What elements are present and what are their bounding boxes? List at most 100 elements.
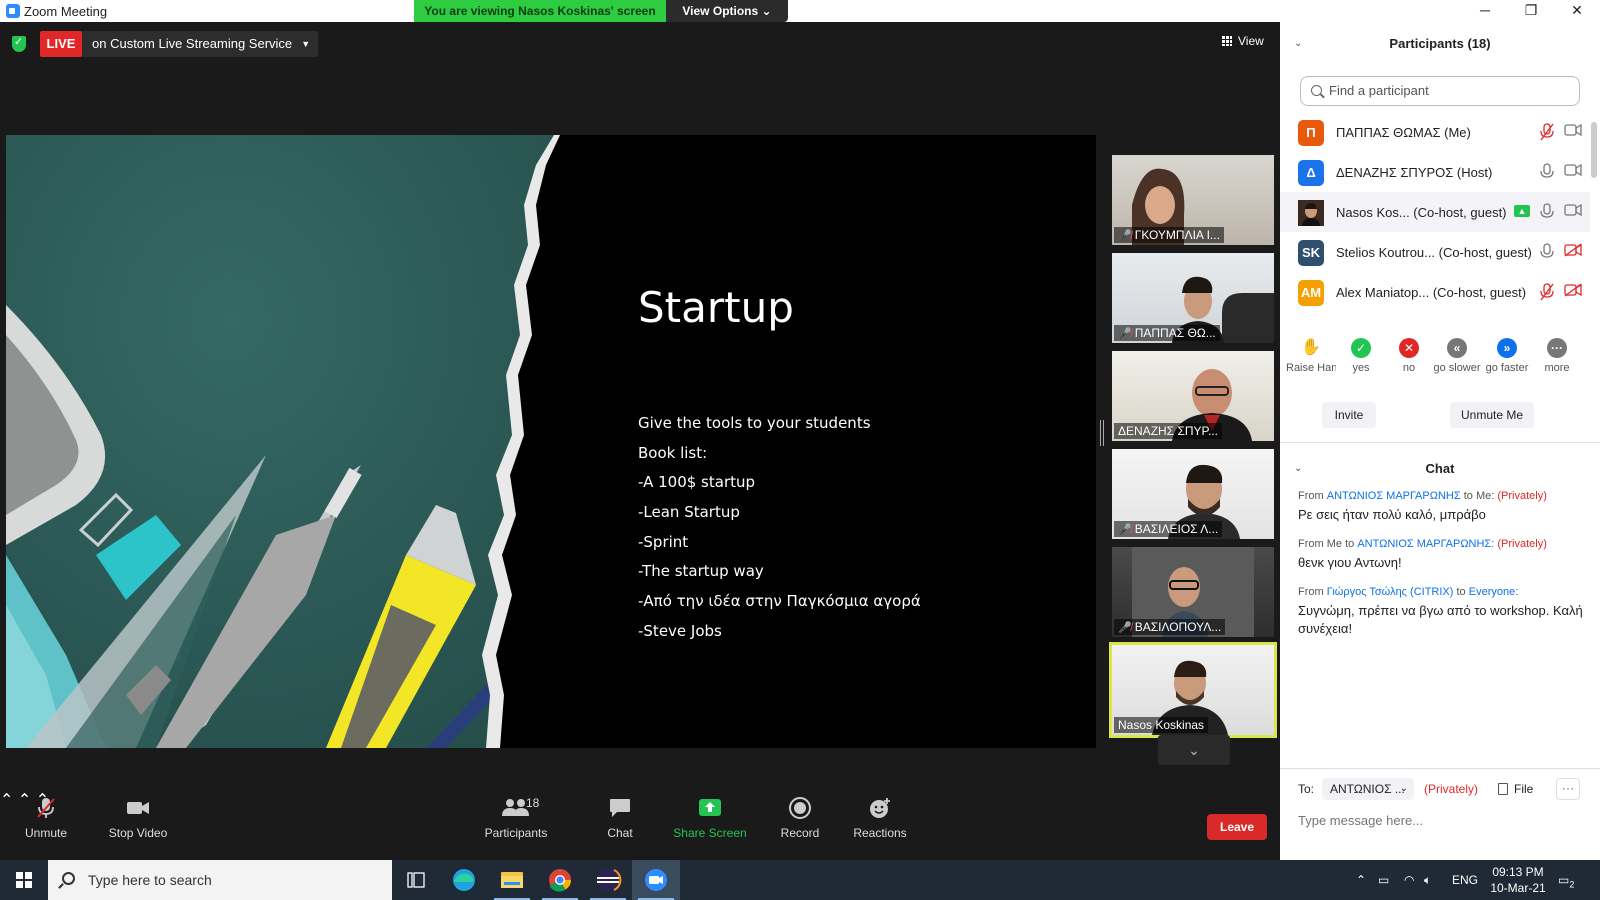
- participant-search-input[interactable]: Find a participant: [1300, 76, 1580, 106]
- close-icon: ✕: [1571, 2, 1583, 18]
- reactions-button[interactable]: Reactions: [852, 796, 908, 840]
- taskbar-search-placeholder: Type here to search: [88, 872, 212, 888]
- participant-row[interactable]: SK Stelios Koutrou... (Co-host, guest): [1280, 232, 1590, 272]
- stop-video-button[interactable]: Stop Video: [104, 796, 172, 840]
- battery-icon[interactable]: ▭: [1378, 860, 1389, 900]
- caret-down-icon: ▼: [301, 39, 311, 49]
- mic-muted-icon: 🎤̸: [1118, 328, 1132, 340]
- side-panel: ⌄ Participants (18) Find a participant Π…: [1280, 22, 1600, 860]
- sender-name[interactable]: ΑΝΤΩΝΙΟΣ ΜΑΡΓΑΡΩΝΗΣ: [1327, 490, 1461, 502]
- video-tile[interactable]: 🎤̸ ΠΑΠΠΑΣ ΘΩ...: [1112, 253, 1274, 343]
- live-service-dropdown[interactable]: on Custom Live Streaming Service ▼: [82, 31, 319, 57]
- microphone-icon: [1540, 163, 1554, 181]
- chrome-taskbar-button[interactable]: [536, 860, 584, 900]
- raise-hand-icon: ✋: [1301, 339, 1321, 356]
- restore-button[interactable]: ❐: [1508, 0, 1554, 22]
- share-screen-icon: [698, 796, 722, 820]
- no-label: no: [1402, 362, 1416, 374]
- shared-screen: Startup Give the tools to your students …: [6, 135, 1096, 748]
- go-slower-button[interactable]: « go slower: [1432, 338, 1482, 374]
- invite-button[interactable]: Invite: [1322, 402, 1376, 428]
- volume-icon[interactable]: 🔈︎: [1424, 860, 1431, 900]
- video-tile[interactable]: 🎤̸ ΒΑΣΙΛΟΠΟΥΛ...: [1112, 547, 1274, 637]
- participant-name: Nasos Kos... (Co-host, guest): [1336, 205, 1507, 220]
- file-explorer-taskbar-button[interactable]: [488, 860, 536, 900]
- video-tile[interactable]: ΔΕΝΑΖΗΣ ΣΠΥΡ...: [1112, 351, 1274, 441]
- notifications-button[interactable]: ▭2: [1558, 860, 1574, 900]
- view-button[interactable]: View: [1222, 34, 1264, 48]
- video-tile[interactable]: 🎤̸ ΓΚΟΥΜΠΛΙΑ Ι...: [1112, 155, 1274, 245]
- more-reactions-button[interactable]: ··· more: [1532, 338, 1582, 374]
- video-tile[interactable]: 🎤̸ ΒΑΣΙΛΕΙΟΣ Λ...: [1112, 449, 1274, 539]
- language-indicator[interactable]: ENG: [1452, 860, 1478, 900]
- collapse-chevron-icon[interactable]: ⌄: [1294, 22, 1302, 66]
- eclipse-ide-icon: [597, 869, 622, 891]
- mic-muted-icon: 🎤̸: [1118, 524, 1132, 536]
- participants-label: Participants: [484, 826, 548, 840]
- go-faster-label: go faster: [1485, 362, 1529, 374]
- task-view-button[interactable]: [392, 860, 440, 900]
- show-hidden-icons-button[interactable]: ⌃: [1356, 860, 1366, 900]
- participant-name: ΒΑΣΙΛΕΙΟΣ Λ...: [1134, 522, 1219, 536]
- yes-button[interactable]: ✓ yes: [1336, 338, 1386, 374]
- no-button[interactable]: ✕ no: [1384, 338, 1434, 374]
- record-button[interactable]: Record: [778, 796, 822, 840]
- participant-row[interactable]: Δ ΔΕΝΑΖΗΣ ΣΠΥΡΟΣ (Host): [1280, 152, 1590, 192]
- split-resize-handle[interactable]: [1100, 420, 1104, 446]
- view-options-button[interactable]: View Options ⌄: [666, 0, 788, 22]
- chat-more-button[interactable]: ···: [1556, 778, 1580, 800]
- go-faster-button[interactable]: » go faster: [1482, 338, 1532, 374]
- video-off-icon: [1564, 243, 1582, 261]
- security-shield-icon[interactable]: [12, 35, 26, 52]
- avatar: Δ: [1298, 160, 1324, 186]
- leave-button[interactable]: Leave: [1207, 814, 1267, 840]
- eclipse-taskbar-button[interactable]: [584, 860, 632, 900]
- raise-hand-button[interactable]: ✋ Raise Hand: [1286, 338, 1336, 377]
- chat-button[interactable]: Chat: [600, 796, 640, 840]
- sender-name[interactable]: Γιώργος Τσώλης (CITRIX): [1327, 586, 1454, 598]
- chat-message-input[interactable]: [1298, 808, 1578, 832]
- collapse-chevron-icon[interactable]: ⌄: [1294, 452, 1302, 486]
- unmute-button[interactable]: Unmute: [22, 796, 70, 840]
- participant-row[interactable]: AM Alex Maniatop... (Co-host, guest): [1280, 272, 1590, 312]
- file-button[interactable]: File: [1498, 782, 1533, 796]
- participant-row[interactable]: Π ΠΑΠΠΑΣ ΘΩΜΑΣ (Me): [1280, 112, 1590, 152]
- chat-bubble-icon: [608, 796, 632, 820]
- to-label: to: [1456, 586, 1466, 598]
- participants-icon: 18: [494, 796, 539, 820]
- wifi-icon[interactable]: ◠: [1404, 860, 1414, 900]
- recipient-select[interactable]: ΑΝΤΩΝΙΟΣ ... ⌄: [1322, 778, 1414, 800]
- chevron-down-icon: ⌄: [1188, 742, 1200, 758]
- thumbnails-scroll-down-button[interactable]: ⌄: [1158, 735, 1230, 765]
- taskbar-clock[interactable]: 09:13 PM 10-Mar-21: [1488, 864, 1548, 896]
- chevron-up-icon: ⌃: [1356, 873, 1367, 887]
- close-button[interactable]: ✕: [1554, 0, 1600, 22]
- participants-scrollbar[interactable]: [1591, 122, 1597, 178]
- to-label: to: [1463, 490, 1473, 502]
- slide-stationery-image: [6, 135, 566, 748]
- edge-taskbar-button[interactable]: [440, 860, 488, 900]
- video-tile-active-speaker[interactable]: Nasos Koskinas: [1109, 642, 1277, 738]
- search-icon: [62, 872, 75, 885]
- audio-options-caret-icon[interactable]: ⌃: [0, 792, 13, 809]
- chat-title: Chat: [1425, 461, 1455, 476]
- microphone-muted-icon: [34, 796, 58, 820]
- minimize-button[interactable]: ─: [1462, 0, 1508, 22]
- start-button[interactable]: [0, 860, 48, 900]
- recipient-select-value: ΑΝΤΩΝΙΟΣ ...: [1330, 782, 1405, 796]
- unmute-me-button[interactable]: Unmute Me: [1450, 402, 1534, 428]
- chat-recipient-row: To: ΑΝΤΩΝΙΟΣ ... ⌄ (Privately) File ···: [1298, 778, 1588, 802]
- participants-button[interactable]: 18 Participants: [482, 796, 550, 840]
- record-label: Record: [780, 826, 820, 840]
- chat-message-text: Ρε σεις ήταν πολύ καλό, μπράβο: [1298, 507, 1486, 522]
- taskbar-search-box[interactable]: Type here to search: [48, 860, 392, 900]
- view-label: View: [1238, 34, 1264, 48]
- participant-row[interactable]: Nasos Kos... (Co-host, guest) ▲: [1280, 192, 1590, 232]
- reactions-smiley-icon: [868, 796, 892, 820]
- avatar: SK: [1298, 240, 1324, 266]
- share-screen-button[interactable]: Share Screen: [672, 796, 748, 840]
- from-label: From: [1298, 586, 1324, 598]
- recipient-name[interactable]: ΑΝΤΩΝΙΟΣ ΜΑΡΓΑΡΩΝΗΣ:: [1357, 538, 1494, 550]
- zoom-taskbar-button[interactable]: [632, 860, 680, 900]
- live-service-label: on Custom Live Streaming Service: [92, 36, 293, 51]
